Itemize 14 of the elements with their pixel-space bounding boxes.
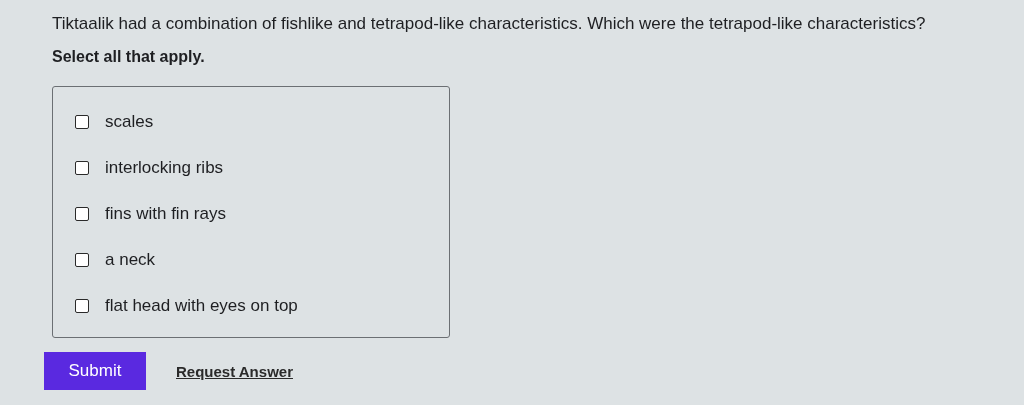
- option-label[interactable]: interlocking ribs: [105, 158, 224, 178]
- question-text: Tiktaalik had a combination of fishlike and tetrapod-like characteristics. Which were the tetrapod-like characteristics?: [52, 13, 927, 35]
- option-label[interactable]: scales: [105, 112, 154, 132]
- request-answer-link[interactable]: Request Answer: [176, 362, 293, 380]
- option-label[interactable]: a neck: [105, 250, 156, 270]
- checkbox[interactable]: [75, 115, 89, 129]
- checkbox[interactable]: [75, 299, 89, 313]
- option-label[interactable]: flat head with eyes on top: [105, 296, 298, 316]
- checkbox[interactable]: [75, 207, 89, 221]
- option-label[interactable]: fins with fin rays: [105, 204, 226, 224]
- instruction-text: Select all that apply.: [52, 48, 206, 66]
- checkbox[interactable]: [75, 253, 89, 267]
- checkbox[interactable]: [75, 161, 89, 175]
- submit-button[interactable]: Submit: [44, 352, 146, 390]
